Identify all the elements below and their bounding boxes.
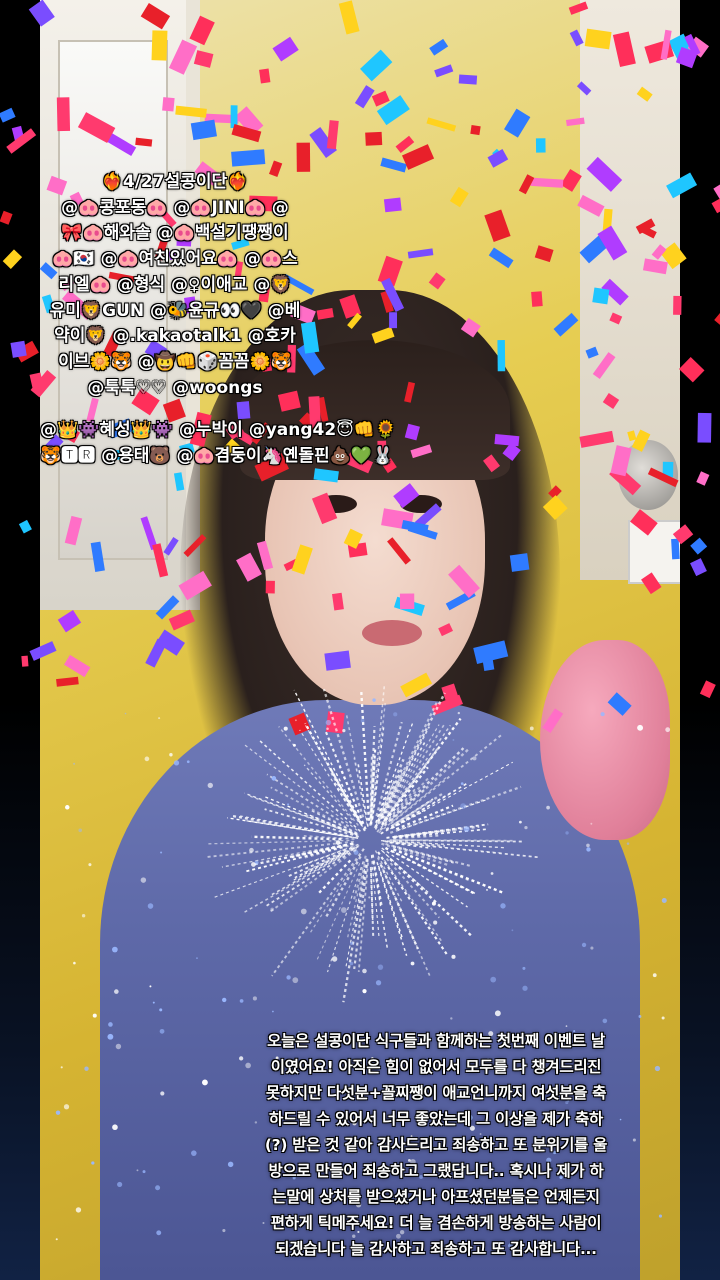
fan-name-list: ❤️‍🔥4/27설콩이단❤️‍🔥 @🐽콩포동🐽 @🐽JINI🐽 @ 🎀🐽해와솔 @🐽…	[40, 170, 397, 470]
fan-name-line: 🎀🐽해와솔 @🐽백설기땡쨍이	[61, 223, 289, 244]
fan-name-line: 🐽🇰🇷 @🐽여친있어요🐽 @🐽스	[52, 249, 298, 270]
caption-line: 되겠습니다 늘 감사하고 죄송하고 또 감사합니다...	[275, 1240, 597, 1258]
fan-name-line: @툭툭♡♡ @woongs	[87, 377, 263, 398]
caption-line: 편하게 틱메주세요! 더 늘 겸손하게 방송하는 사람이	[270, 1214, 602, 1232]
right-eye	[400, 495, 442, 513]
caption-line: (?) 받은 것 같아 감사드리고 죄송하고 또 분위기를 울	[264, 1136, 608, 1154]
lips	[362, 620, 422, 646]
fan-name-line: 이브🌼🐯 @🤠👊🎲꼼꼼🌼🐯	[58, 351, 292, 372]
stream-caption: 오늘은 설콩이단 식구들과 함께하는 첫번째 이벤트 날이였어요! 아직은 힘이…	[220, 1028, 652, 1262]
fan-name-line: 약이🦁 @.kakaotalk1 @호카	[54, 326, 296, 347]
caption-line: 방으로 만들어 죄송하고 그랬답니다.. 혹시나 제가 하	[268, 1162, 604, 1180]
list-gap	[40, 401, 310, 418]
fan-name-line: @🐽콩포동🐽 @🐽JINI🐽 @	[61, 197, 289, 218]
left-eye	[315, 495, 357, 513]
pink-microphone	[540, 640, 670, 840]
fan-name-line: 유미🦁GUN @🐝윤규👀🖤 @베	[49, 300, 301, 321]
caption-line: 하드릴 수 있어서 너무 좋았는데 그 이상을 제가 축하	[269, 1110, 603, 1128]
fan-name-line: 🐯🆃🆁 @용태🐻 @🐽겸둥이🦄옌돌핀💩💚🐰	[40, 446, 394, 467]
caption-line: 못하지만 다섯분+꼴찌쨍이 애교언니까지 여섯분을 축	[265, 1084, 607, 1102]
fan-name-line: ❤️‍🔥4/27설콩이단❤️‍🔥	[101, 172, 249, 192]
caption-line: 는말에 상처를 받으셨거나 아프셨던분들은 언제든지	[272, 1188, 600, 1206]
caption-line: 오늘은 설콩이단 식구들과 함께하는 첫번째 이벤트 날	[267, 1032, 605, 1050]
fan-name-line: 리엘🐽 @형식 @♀이애교 @🦁	[58, 274, 292, 295]
caption-line: 이였어요! 아직은 힘이 없어서 모두를 다 챙겨드리진	[270, 1058, 602, 1076]
fan-name-line: @👑👾혜성👑👾 @누박이 @yang42😇👊🌻	[40, 420, 397, 441]
